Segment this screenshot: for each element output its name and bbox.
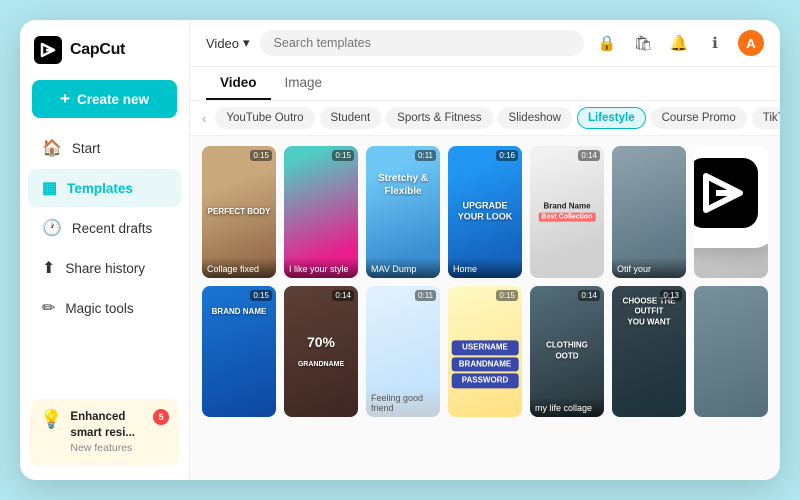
templates-icon: ▦: [42, 178, 57, 198]
capcut-logo-icon: [34, 36, 62, 64]
capcut-overlay: [694, 146, 768, 248]
nav-item-magic-label: Magic tools: [65, 301, 133, 316]
smart-resi-text: Enhanced smart resi... New features: [70, 409, 145, 456]
smart-resi-card[interactable]: 💡 Enhanced smart resi... New features 5: [30, 399, 179, 466]
template-card-7[interactable]: [694, 146, 768, 278]
template-card-10[interactable]: 0:11 Feeling good friend: [366, 286, 440, 418]
filter-row: ‹ YouTube Outro Student Sports & Fitness…: [190, 101, 780, 136]
template-card-3[interactable]: Stretchy &Flexible 0:11 MAV Dump: [366, 146, 440, 278]
lightbulb-icon: 💡: [40, 409, 62, 430]
sidebar-logo: CapCut: [20, 20, 189, 76]
chevron-down-icon: ▾: [243, 35, 250, 51]
sidebar: CapCut + Create new 🏠 Start ▦ Templates …: [20, 20, 190, 480]
logo-text: CapCut: [70, 41, 125, 59]
template-card-13[interactable]: CHOOSE THE OUTFITYOU WANT 0:13: [612, 286, 686, 418]
card-duration-9: 0:14: [332, 290, 354, 301]
smart-resi-title: Enhanced smart resi...: [70, 409, 145, 441]
filter-lifestyle[interactable]: Lifestyle: [577, 107, 646, 129]
video-dropdown-label: Video: [206, 36, 239, 51]
card-label-10: Feeling good friend: [366, 387, 440, 417]
bell-icon[interactable]: 🔔: [666, 30, 692, 56]
card-inner-text-11: USERNAME BRANDNAME PASSWORD: [452, 341, 519, 388]
template-card-14[interactable]: [694, 286, 768, 418]
filter-course-promo[interactable]: Course Promo: [651, 107, 747, 129]
app-window: CapCut + Create new 🏠 Start ▦ Templates …: [20, 20, 780, 480]
info-icon[interactable]: ℹ: [702, 30, 728, 56]
filter-tiktok[interactable]: TikTok: [752, 107, 780, 129]
template-grid-wrapper: PERFECT BODY 0:15 Collage fixed 0:15 I l…: [190, 136, 780, 480]
card-duration-8: 0:15: [250, 290, 272, 301]
template-card-4[interactable]: UPGRADEYOUR LOOK 0:16 Home: [448, 146, 522, 278]
card-inner-text-3: Stretchy &Flexible: [370, 172, 437, 198]
card-duration-1: 0:15: [250, 150, 272, 161]
tabs-row: Video Image: [190, 67, 780, 101]
nav-item-share-label: Share history: [65, 261, 145, 276]
template-card-5[interactable]: Brand NameBest Collection 0:14: [530, 146, 604, 278]
sidebar-item-magic-tools[interactable]: ✏ Magic tools: [28, 289, 181, 327]
filter-prev-arrow[interactable]: ‹: [198, 111, 210, 126]
nav-item-templates-label: Templates: [67, 181, 133, 196]
template-card-8[interactable]: BRAND NAME 0:15: [202, 286, 276, 418]
card-inner-text-1: PERFECT BODY: [206, 207, 273, 217]
template-card-11[interactable]: USERNAME BRANDNAME PASSWORD 0:15: [448, 286, 522, 418]
avatar[interactable]: A: [738, 30, 764, 56]
card-label-6: Otif your: [612, 258, 686, 278]
filter-student[interactable]: Student: [320, 107, 382, 129]
create-new-button[interactable]: + Create new: [32, 80, 177, 118]
filter-sports[interactable]: Sports & Fitness: [386, 107, 492, 129]
card-label-12: my life collage: [530, 397, 604, 417]
filter-slideshow[interactable]: Slideshow: [498, 107, 572, 129]
notification-badge: 5: [153, 409, 169, 425]
magic-icon: ✏: [42, 298, 55, 318]
card-inner-text-8: BRAND NAME: [206, 307, 273, 317]
card-duration-3: 0:11: [415, 150, 436, 161]
card-label-1: Collage fixed: [202, 258, 276, 278]
filter-youtube-outro[interactable]: YouTube Outro: [215, 107, 314, 129]
card-duration-2: 0:15: [332, 150, 354, 161]
card-label-3: MAV Dump: [366, 258, 440, 278]
card-inner-text-5: Brand NameBest Collection: [534, 201, 601, 222]
main-content: Video ▾ 🔒 🛍 🔔 ℹ A Video Image ‹ YouTube …: [190, 20, 780, 480]
card-inner-text-4: UPGRADEYOUR LOOK: [452, 200, 519, 223]
share-icon: ⬆: [42, 258, 55, 278]
video-dropdown[interactable]: Video ▾: [206, 35, 250, 51]
clock-icon: 🕐: [42, 218, 62, 238]
sidebar-item-start[interactable]: 🏠 Start: [28, 129, 181, 167]
tab-image[interactable]: Image: [271, 67, 337, 100]
sidebar-bottom: 💡 Enhanced smart resi... New features 5: [20, 389, 189, 480]
template-card-1[interactable]: PERFECT BODY 0:15 Collage fixed: [202, 146, 276, 278]
search-input[interactable]: [260, 30, 584, 56]
nav-item-drafts-label: Recent drafts: [72, 221, 152, 236]
card-label-4: Home: [448, 258, 522, 278]
template-card-6[interactable]: Otif your: [612, 146, 686, 278]
sidebar-item-share-history[interactable]: ⬆ Share history: [28, 249, 181, 287]
card-duration-12: 0:14: [578, 290, 600, 301]
top-bar-icons: 🔒 🛍 🔔 ℹ A: [594, 30, 764, 56]
plus-icon: +: [60, 89, 70, 109]
smart-resi-subtitle: New features: [70, 441, 145, 456]
card-label-2: I like your style: [284, 258, 358, 278]
card-duration-5: 0:14: [578, 150, 600, 161]
nav-item-start-label: Start: [72, 141, 101, 156]
template-card-2[interactable]: 0:15 I like your style: [284, 146, 358, 278]
template-card-12[interactable]: CLOTHINGOOTD 0:14 my life collage: [530, 286, 604, 418]
sidebar-item-templates[interactable]: ▦ Templates: [28, 169, 181, 207]
card-duration-11: 0:15: [496, 290, 518, 301]
card-inner-text-12: CLOTHINGOOTD: [534, 341, 601, 362]
tab-video[interactable]: Video: [206, 67, 271, 100]
template-grid: PERFECT BODY 0:15 Collage fixed 0:15 I l…: [202, 146, 768, 417]
home-icon: 🏠: [42, 138, 62, 158]
bag-icon[interactable]: 🛍: [630, 30, 656, 56]
template-card-9[interactable]: 70%GRANDNAME 0:14: [284, 286, 358, 418]
create-new-label: Create new: [77, 92, 149, 107]
sidebar-item-recent-drafts[interactable]: 🕐 Recent drafts: [28, 209, 181, 247]
card-duration-10: 0:11: [415, 290, 436, 301]
card-inner-text-9: 70%GRANDNAME: [288, 333, 355, 369]
lock-icon[interactable]: 🔒: [594, 30, 620, 56]
capcut-big-logo: [694, 158, 758, 228]
card-duration-4: 0:16: [496, 150, 518, 161]
card-inner-text-13: CHOOSE THE OUTFITYOU WANT: [616, 296, 683, 327]
card-duration-13: 0:13: [660, 290, 682, 301]
top-bar: Video ▾ 🔒 🛍 🔔 ℹ A: [190, 20, 780, 67]
